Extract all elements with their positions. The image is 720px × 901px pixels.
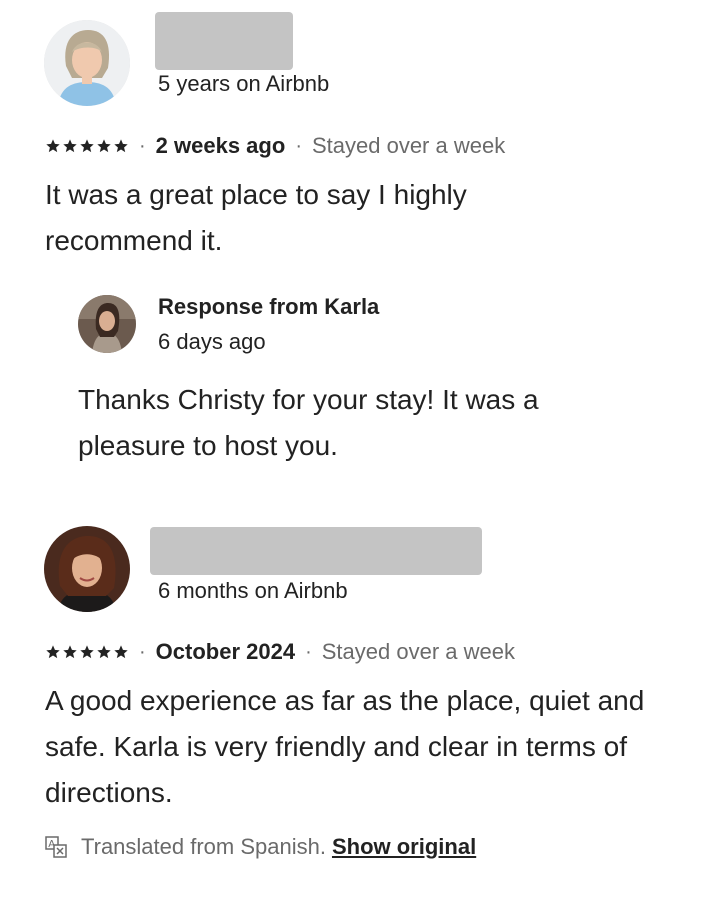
review-date: 2 weeks ago: [155, 133, 286, 158]
translation-text: Translated from Spanish.: [81, 834, 326, 859]
separator-dot: ·: [305, 640, 312, 663]
translation-note: A Translated from Spanish. Show original: [45, 834, 476, 860]
star-icon: [46, 645, 60, 659]
reviewer-name-redacted: [155, 12, 293, 70]
reviewer-name-redacted: [150, 527, 482, 575]
star-icon: [97, 645, 111, 659]
reviewer-avatar[interactable]: [44, 20, 130, 106]
rating-stars: [45, 138, 129, 154]
review-meta: · October 2024 · Stayed over a week: [45, 637, 515, 667]
review-text: A good experience as far as the place, q…: [45, 685, 645, 808]
translate-icon: A: [45, 836, 67, 858]
host-avatar[interactable]: [78, 295, 136, 353]
star-icon: [114, 645, 128, 659]
reviewer-tenure: 6 months on Airbnb: [158, 578, 348, 603]
star-icon: [114, 139, 128, 153]
rating-stars: [45, 644, 129, 660]
reviewer-avatar[interactable]: [44, 526, 130, 612]
review-card: 5 years on Airbnb · 2 weeks ago · Stayed…: [0, 0, 720, 480]
review-text: It was a great place to say I highly rec…: [45, 179, 467, 256]
show-original-link[interactable]: Show original: [332, 834, 476, 860]
star-icon: [97, 139, 111, 153]
response-text: Thanks Christy for your stay! It was a p…: [78, 384, 539, 461]
separator-dot: ·: [139, 640, 146, 663]
star-icon: [80, 139, 94, 153]
review-card: 6 months on Airbnb · October 2024 · Stay…: [0, 500, 720, 901]
star-icon: [80, 645, 94, 659]
reviewer-tenure: 5 years on Airbnb: [158, 71, 330, 96]
star-icon: [63, 645, 77, 659]
separator-dot: ·: [139, 134, 146, 157]
response-title: Response from Karla: [158, 294, 380, 319]
star-icon: [63, 139, 77, 153]
stay-duration: Stayed over a week: [321, 639, 515, 664]
star-icon: [46, 139, 60, 153]
review-date: October 2024: [155, 639, 296, 664]
separator-dot: ·: [295, 134, 302, 157]
stay-duration: Stayed over a week: [311, 133, 506, 158]
review-meta: · 2 weeks ago · Stayed over a week: [45, 131, 505, 161]
response-date: 6 days ago: [158, 329, 266, 354]
